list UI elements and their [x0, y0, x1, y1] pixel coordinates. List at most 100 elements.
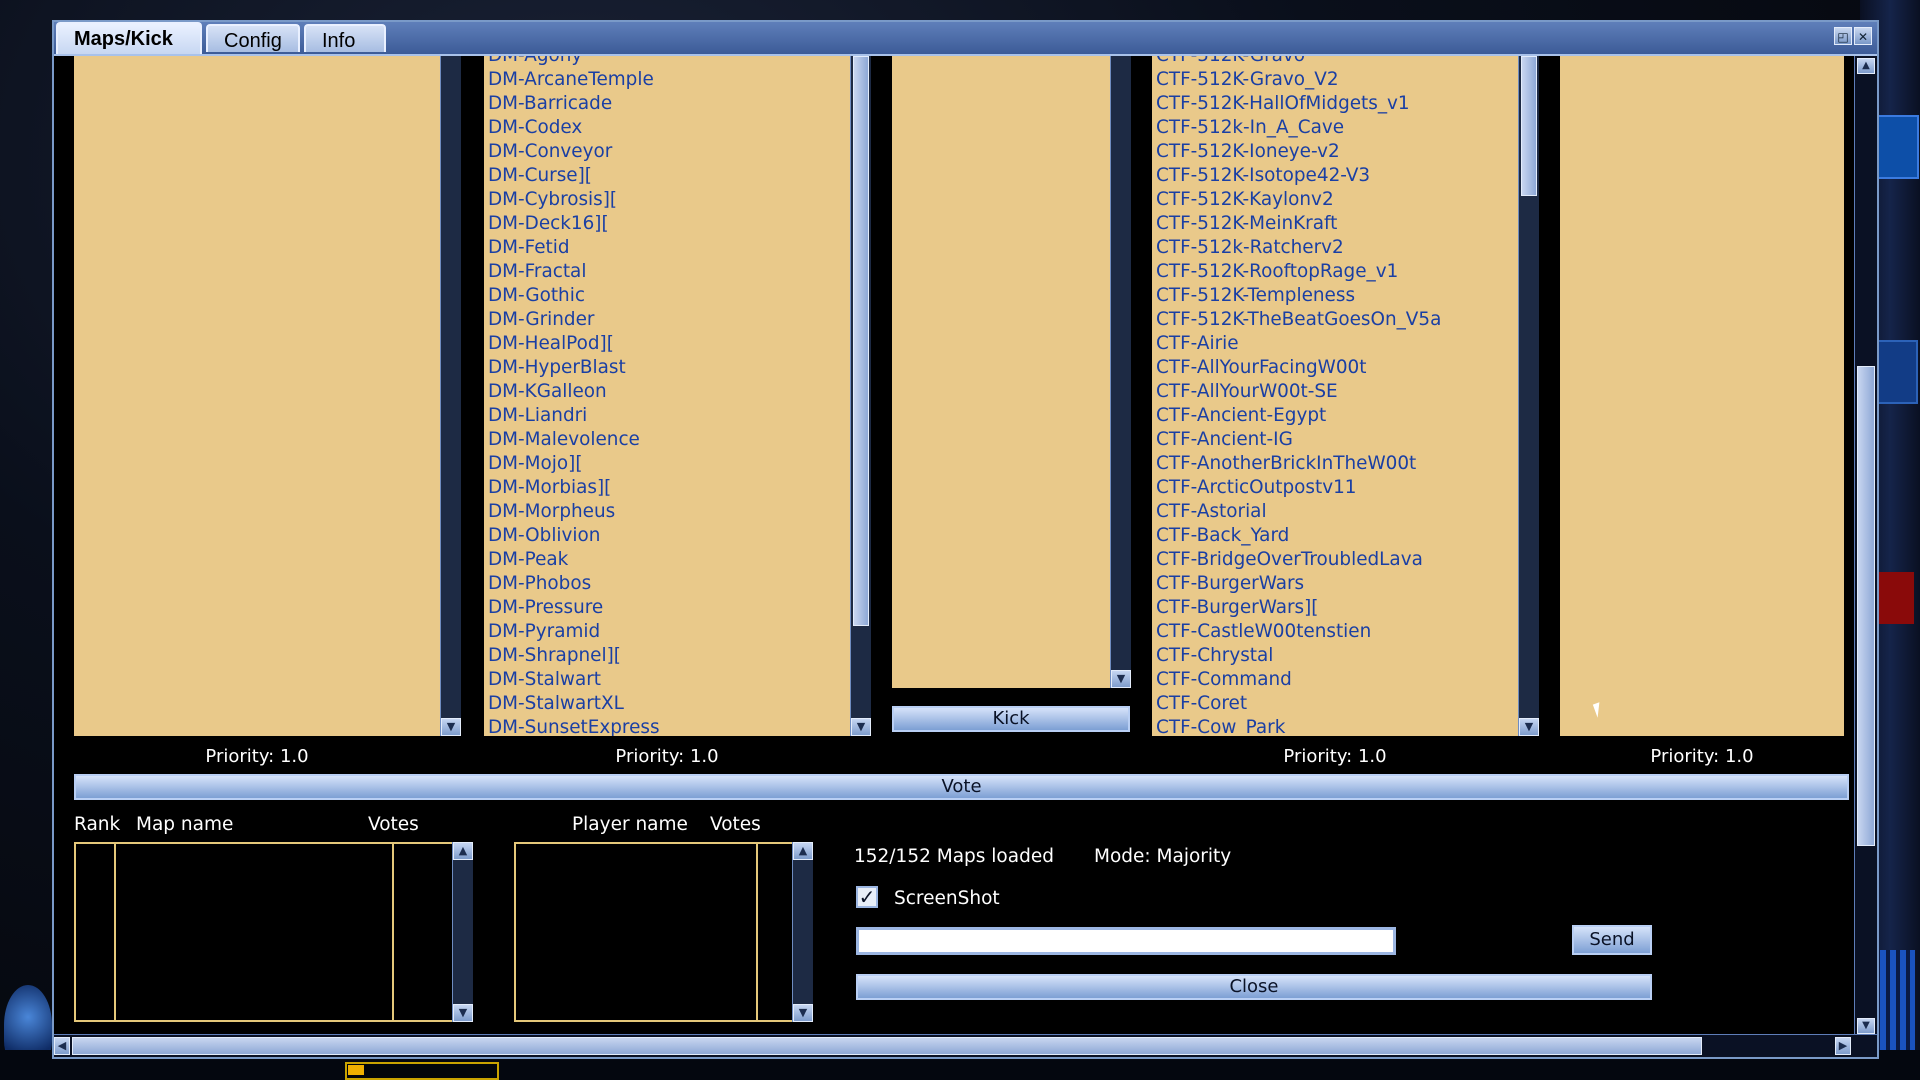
player-table[interactable]: [514, 842, 794, 1022]
map-list-item[interactable]: DM-Oblivion: [484, 524, 850, 548]
map-list-dm[interactable]: DM-AgonyDM-ArcaneTempleDM-BarricadeDM-Co…: [484, 56, 850, 736]
map-list-item[interactable]: DM-Curse][: [484, 164, 850, 188]
map-list-item[interactable]: CTF-BridgeOverTroubledLava: [1152, 548, 1518, 572]
map-list-ctf[interactable]: CTF-512K-GravoCTF-512K-Gravo_V2CTF-512K-…: [1152, 56, 1518, 736]
scroll-down-icon[interactable]: ▼: [793, 1004, 813, 1022]
map-list-item[interactable]: DM-Shrapnel][: [484, 644, 850, 668]
send-button[interactable]: Send: [1572, 925, 1652, 955]
scroll-down-icon[interactable]: ▼: [453, 1004, 473, 1022]
scroll-thumb[interactable]: [853, 56, 869, 626]
player-list-scrollbar[interactable]: ▼: [1110, 56, 1131, 688]
scroll-down-icon[interactable]: ▼: [1519, 718, 1539, 736]
map-list-item[interactable]: DM-Gothic: [484, 284, 850, 308]
map-list-item[interactable]: CTF-512K-Gravo: [1152, 56, 1518, 68]
map-list-item[interactable]: DM-Stalwart: [484, 668, 850, 692]
map-list-item[interactable]: CTF-512k-Ratcherv2: [1152, 236, 1518, 260]
map-list-item[interactable]: DM-Malevolence: [484, 428, 850, 452]
map-list-item[interactable]: CTF-ArcticOutpostv11: [1152, 476, 1518, 500]
map-list-item[interactable]: CTF-512K-Ioneye-v2: [1152, 140, 1518, 164]
map-list-item[interactable]: DM-Morpheus: [484, 500, 850, 524]
screenshot-checkbox[interactable]: ✓: [856, 886, 878, 908]
window-horizontal-scrollbar[interactable]: ◀ ▶: [54, 1034, 1877, 1057]
map-list-item[interactable]: CTF-Ancient-IG: [1152, 428, 1518, 452]
scroll-down-icon[interactable]: ▼: [1857, 1018, 1875, 1034]
map-list-item[interactable]: CTF-512K-Kaylonv2: [1152, 188, 1518, 212]
scroll-thumb[interactable]: [72, 1037, 1702, 1055]
map-list-item[interactable]: DM-Grinder: [484, 308, 850, 332]
tab-maps-kick[interactable]: Maps/Kick: [56, 22, 202, 54]
map-list-item[interactable]: DM-Barricade: [484, 92, 850, 116]
map-list-item[interactable]: CTF-Chrystal: [1152, 644, 1518, 668]
scroll-thumb[interactable]: [1857, 366, 1875, 846]
tab-info[interactable]: Info: [304, 24, 386, 52]
map-list-item[interactable]: CTF-Back_Yard: [1152, 524, 1518, 548]
map-list-item[interactable]: CTF-AllYourW00t-SE: [1152, 380, 1518, 404]
map-list-item[interactable]: CTF-512K-RooftopRage_v1: [1152, 260, 1518, 284]
map-list-item[interactable]: CTF-Ancient-Egypt: [1152, 404, 1518, 428]
map-list-item[interactable]: CTF-Command: [1152, 668, 1518, 692]
scroll-down-icon[interactable]: ▼: [851, 718, 871, 736]
map-list-1-scrollbar[interactable]: ▼: [440, 56, 461, 736]
chat-input[interactable]: [856, 927, 1396, 955]
map-list-item[interactable]: DM-KGalleon: [484, 380, 850, 404]
window-vertical-scrollbar[interactable]: ▲ ▼: [1854, 56, 1877, 1036]
map-list-item[interactable]: DM-ArcaneTemple: [484, 68, 850, 92]
scroll-down-icon[interactable]: ▼: [1111, 670, 1131, 688]
map-list-item[interactable]: CTF-BurgerWars: [1152, 572, 1518, 596]
scroll-thumb[interactable]: [1521, 56, 1537, 196]
map-list-item[interactable]: CTF-AllYourFacingW00t: [1152, 356, 1518, 380]
player-table-scrollbar[interactable]: ▲ ▼: [792, 842, 813, 1022]
scroll-right-icon[interactable]: ▶: [1835, 1037, 1851, 1055]
rank-table-scrollbar[interactable]: ▲ ▼: [452, 842, 473, 1022]
vote-button[interactable]: Vote: [74, 774, 1849, 800]
scroll-left-icon[interactable]: ◀: [54, 1037, 70, 1055]
map-list-item[interactable]: CTF-CastleW00tenstien: [1152, 620, 1518, 644]
map-list-item[interactable]: DM-Codex: [484, 116, 850, 140]
map-list-item[interactable]: DM-Phobos: [484, 572, 850, 596]
map-list-item[interactable]: CTF-512K-Isotope42-V3: [1152, 164, 1518, 188]
map-list-item[interactable]: DM-Cybrosis][: [484, 188, 850, 212]
kick-button[interactable]: Kick: [892, 706, 1130, 732]
map-list-1[interactable]: [74, 56, 440, 736]
map-list-item[interactable]: CTF-AnotherBrickInTheW00t: [1152, 452, 1518, 476]
map-list-item[interactable]: DM-Fetid: [484, 236, 850, 260]
map-list-item[interactable]: CTF-Airie: [1152, 332, 1518, 356]
map-list-5[interactable]: [1560, 56, 1844, 736]
scroll-down-icon[interactable]: ▼: [441, 718, 461, 736]
map-list-item[interactable]: DM-Morbias][: [484, 476, 850, 500]
player-list[interactable]: [892, 56, 1110, 688]
map-list-item[interactable]: DM-SunsetExpress: [484, 716, 850, 736]
restore-icon[interactable]: ◰: [1834, 27, 1852, 45]
scroll-up-icon[interactable]: ▲: [1857, 58, 1875, 74]
scroll-up-icon[interactable]: ▲: [453, 842, 473, 860]
rank-table[interactable]: [74, 842, 454, 1022]
tab-config[interactable]: Config: [206, 24, 300, 52]
map-list-ctf-scrollbar[interactable]: ▼: [1518, 56, 1539, 736]
map-list-item[interactable]: CTF-Cow_Park: [1152, 716, 1518, 736]
close-button[interactable]: Close: [856, 974, 1652, 1000]
map-list-item[interactable]: CTF-Astorial: [1152, 500, 1518, 524]
map-list-item[interactable]: DM-Agony: [484, 56, 850, 68]
map-list-item[interactable]: DM-HyperBlast: [484, 356, 850, 380]
map-list-item[interactable]: DM-Peak: [484, 548, 850, 572]
map-list-item[interactable]: DM-Conveyor: [484, 140, 850, 164]
map-list-item[interactable]: DM-Liandri: [484, 404, 850, 428]
scroll-up-icon[interactable]: ▲: [793, 842, 813, 860]
map-list-item[interactable]: CTF-512K-Templeness: [1152, 284, 1518, 308]
map-list-item[interactable]: DM-Fractal: [484, 260, 850, 284]
map-list-item[interactable]: CTF-BurgerWars][: [1152, 596, 1518, 620]
map-list-item[interactable]: CTF-512k-In_A_Cave: [1152, 116, 1518, 140]
map-list-item[interactable]: CTF-Coret: [1152, 692, 1518, 716]
map-list-item[interactable]: DM-Deck16][: [484, 212, 850, 236]
map-list-item[interactable]: CTF-512K-TheBeatGoesOn_V5a: [1152, 308, 1518, 332]
map-list-item[interactable]: DM-StalwartXL: [484, 692, 850, 716]
close-icon[interactable]: ✕: [1854, 27, 1872, 45]
map-list-item[interactable]: CTF-512K-MeinKraft: [1152, 212, 1518, 236]
map-list-item[interactable]: DM-Mojo][: [484, 452, 850, 476]
map-list-item[interactable]: CTF-512K-Gravo_V2: [1152, 68, 1518, 92]
map-list-item[interactable]: DM-Pressure: [484, 596, 850, 620]
map-list-item[interactable]: DM-Pyramid: [484, 620, 850, 644]
map-list-item[interactable]: CTF-512K-HallOfMidgets_v1: [1152, 92, 1518, 116]
map-list-item[interactable]: DM-HealPod][: [484, 332, 850, 356]
map-list-dm-scrollbar[interactable]: ▼: [850, 56, 871, 736]
